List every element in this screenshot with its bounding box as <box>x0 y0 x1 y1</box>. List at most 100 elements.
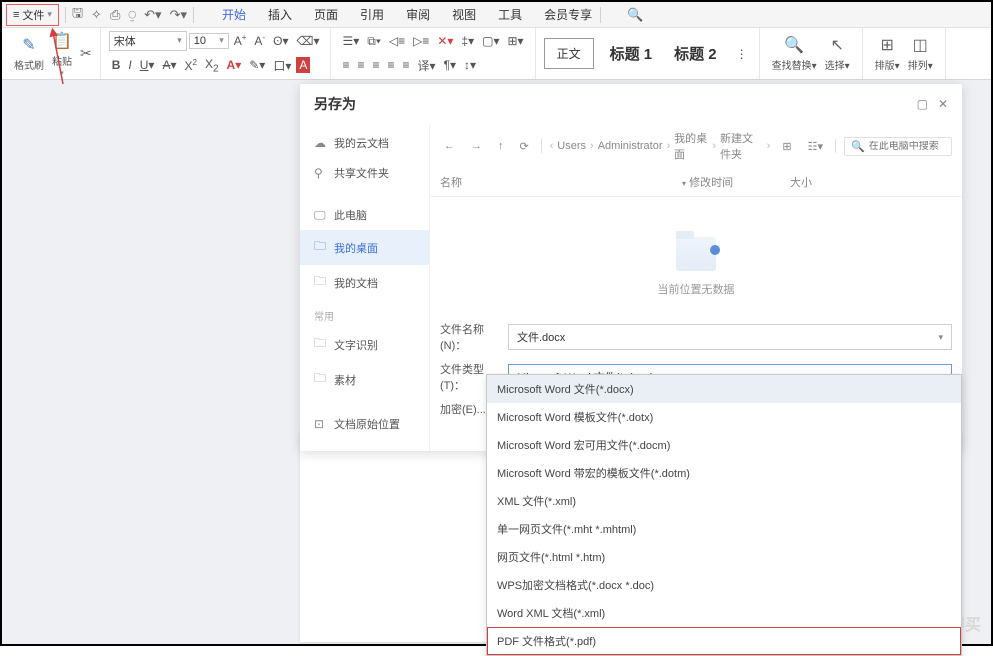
align-justify-icon[interactable]: ≡ <box>385 56 398 74</box>
text-direction-icon[interactable]: 译▾ <box>415 55 439 76</box>
tab-page[interactable]: 页面 <box>312 2 340 27</box>
print-icon[interactable]: ⎙ <box>110 7 120 23</box>
chevron-down-icon: ▾ <box>47 9 52 20</box>
close-icon[interactable]: ✕ <box>938 97 948 111</box>
font-size-select[interactable]: 10▾ <box>189 33 229 49</box>
dropdown-option[interactable]: Word XML 文档(*.xml) <box>487 599 961 627</box>
column-size[interactable]: 大小 <box>790 174 952 190</box>
new-icon[interactable]: ✧ <box>91 7 102 23</box>
new-folder-icon[interactable]: ⊞ <box>778 138 795 155</box>
tab-member[interactable]: 会员专享 <box>542 2 594 27</box>
dialog-search-input[interactable] <box>869 141 949 152</box>
number-list-icon[interactable]: ⧉▾ <box>364 32 384 51</box>
decrease-font-icon[interactable]: A- <box>251 31 268 50</box>
cut-icon[interactable]: ✂ <box>80 45 92 62</box>
format-painter-button[interactable]: ✎ 格式刷 <box>10 33 48 74</box>
paste-button[interactable]: 📋 粘贴 ▾ <box>48 29 76 79</box>
sidebar-item-computer[interactable]: 🖵此电脑 <box>300 200 429 230</box>
sidebar-item-material[interactable]: 🗀素材 <box>300 362 429 397</box>
dropdown-option[interactable]: Microsoft Word 带宏的模板文件(*.dotm) <box>487 459 961 487</box>
select-button[interactable]: ↖ 选择▾ <box>821 33 854 74</box>
tab-start[interactable]: 开始 <box>220 2 248 27</box>
find-replace-button[interactable]: 🔍 查找替换▾ <box>768 33 821 74</box>
font-color-icon[interactable]: A▾ <box>224 56 245 74</box>
redo-icon[interactable]: ↷▾ <box>170 7 187 23</box>
dropdown-option[interactable]: XML 文件(*.xml) <box>487 487 961 515</box>
sidebar-item-original[interactable]: ⊡文档原始位置 <box>300 409 429 439</box>
bold-icon[interactable]: B <box>109 56 124 74</box>
increase-font-icon[interactable]: A+ <box>231 31 250 50</box>
sidebar-item-cloud[interactable]: ☁我的云文档 <box>300 128 429 158</box>
ribbon-tabs: 开始 插入 页面 引用 审阅 视图 工具 会员专享 <box>220 2 594 27</box>
filename-label: 文件名称(N)： <box>440 321 500 353</box>
line-spacing-icon[interactable]: ‡▾ <box>458 32 477 50</box>
column-name[interactable]: 名称 <box>440 174 680 190</box>
refresh-icon[interactable]: ⟳ <box>516 138 533 155</box>
up-icon[interactable]: ↑ <box>494 138 508 154</box>
style-heading1[interactable]: 标题 1 <box>604 37 659 70</box>
border-icon[interactable]: ⊞▾ <box>504 32 526 50</box>
dropdown-option[interactable]: Microsoft Word 文件(*.docx) <box>487 375 961 403</box>
breadcrumb[interactable]: ‹ Users› Administrator› 我的桌面› 新建文件夹› <box>550 130 771 162</box>
sidebar-item-desktop[interactable]: 🗀我的桌面 <box>300 230 429 265</box>
divider <box>600 7 601 23</box>
char-border-icon[interactable]: ⼝▾ <box>270 55 294 76</box>
italic-icon[interactable]: I <box>125 56 134 74</box>
tab-tools[interactable]: 工具 <box>496 2 524 27</box>
tab-insert[interactable]: 插入 <box>266 2 294 27</box>
strike-icon[interactable]: A▾ <box>159 56 179 74</box>
special-format-icon[interactable]: ✕▾ <box>434 32 456 50</box>
maximize-icon[interactable]: ▢ <box>917 97 928 111</box>
dropdown-option-pdf[interactable]: PDF 文件格式(*.pdf) <box>487 627 961 655</box>
sidebar-item-shared[interactable]: ⚲共享文件夹 <box>300 158 429 188</box>
forward-icon[interactable]: → <box>467 138 486 154</box>
sort-icon[interactable]: ↕▾ <box>461 56 479 74</box>
layout-button[interactable]: ⊞ 排版▾ <box>871 33 904 74</box>
styles-more-icon[interactable]: ⋮ <box>733 45 751 63</box>
shading-icon[interactable]: ▢▾ <box>479 32 502 50</box>
tab-review[interactable]: 审阅 <box>404 2 432 27</box>
search-icon: 🔍 <box>851 140 865 153</box>
subscript-icon[interactable]: X2 <box>202 55 222 76</box>
distribute-icon[interactable]: ≡ <box>400 56 413 74</box>
align-center-icon[interactable]: ≡ <box>354 56 367 74</box>
decrease-indent-icon[interactable]: ◁≡ <box>386 32 408 50</box>
dropdown-option[interactable]: WPS加密文档格式(*.docx *.doc) <box>487 571 961 599</box>
sidebar-item-documents[interactable]: 🗀我的文档 <box>300 265 429 300</box>
char-shading-icon[interactable]: A <box>296 57 310 73</box>
clear-format-icon[interactable]: ⌫▾ <box>293 32 322 50</box>
change-case-icon[interactable]: ʘ▾ <box>270 32 291 50</box>
superscript-icon[interactable]: X2 <box>182 56 200 75</box>
align-left-icon[interactable]: ≡ <box>339 56 352 74</box>
undo-icon[interactable]: ↶▾ <box>144 7 161 23</box>
column-modified[interactable]: ▾ 修改时间 <box>680 174 790 190</box>
style-body[interactable]: 正文 <box>544 38 594 69</box>
dropdown-option[interactable]: Microsoft Word 宏可用文件(*.docm) <box>487 431 961 459</box>
style-heading2[interactable]: 标题 2 <box>668 37 723 70</box>
highlight-icon[interactable]: ✎▾ <box>246 56 268 74</box>
arrange-button[interactable]: ◫ 排列▾ <box>904 33 937 74</box>
quick-access-toolbar: 🖫 ✧ ⎙ ⍜ ↶▾ ↷▾ <box>72 4 187 26</box>
empty-message: 当前位置无数据 <box>658 281 735 297</box>
hamburger-icon: ≡ <box>13 9 19 21</box>
align-right-icon[interactable]: ≡ <box>370 56 383 74</box>
increase-indent-icon[interactable]: ▷≡ <box>410 32 432 50</box>
font-name-select[interactable]: 宋体▾ <box>109 31 187 51</box>
dropdown-option[interactable]: 网页文件(*.html *.htm) <box>487 543 961 571</box>
underline-icon[interactable]: U▾ <box>137 56 158 74</box>
sidebar-item-ocr[interactable]: 🗀文字识别 <box>300 327 429 362</box>
dialog-search-box[interactable]: 🔍 <box>844 137 952 156</box>
dropdown-option[interactable]: 单一网页文件(*.mht *.mhtml) <box>487 515 961 543</box>
file-menu-button[interactable]: ≡ 文件 ▾ <box>6 4 59 26</box>
paragraph-icon[interactable]: ¶▾ <box>441 56 459 74</box>
tab-reference[interactable]: 引用 <box>358 2 386 27</box>
search-icon[interactable]: 🔍 <box>627 7 643 23</box>
tab-view[interactable]: 视图 <box>450 2 478 27</box>
preview-icon[interactable]: ⍜ <box>128 7 136 23</box>
back-icon[interactable]: ← <box>440 138 459 154</box>
dropdown-option[interactable]: Microsoft Word 模板文件(*.dotx) <box>487 403 961 431</box>
filename-input[interactable]: 文件.docx▾ <box>508 324 952 350</box>
save-icon[interactable]: 🖫 <box>72 4 83 26</box>
bullet-list-icon[interactable]: ☰▾ <box>339 32 362 50</box>
view-mode-icon[interactable]: ☷▾ <box>804 138 827 155</box>
